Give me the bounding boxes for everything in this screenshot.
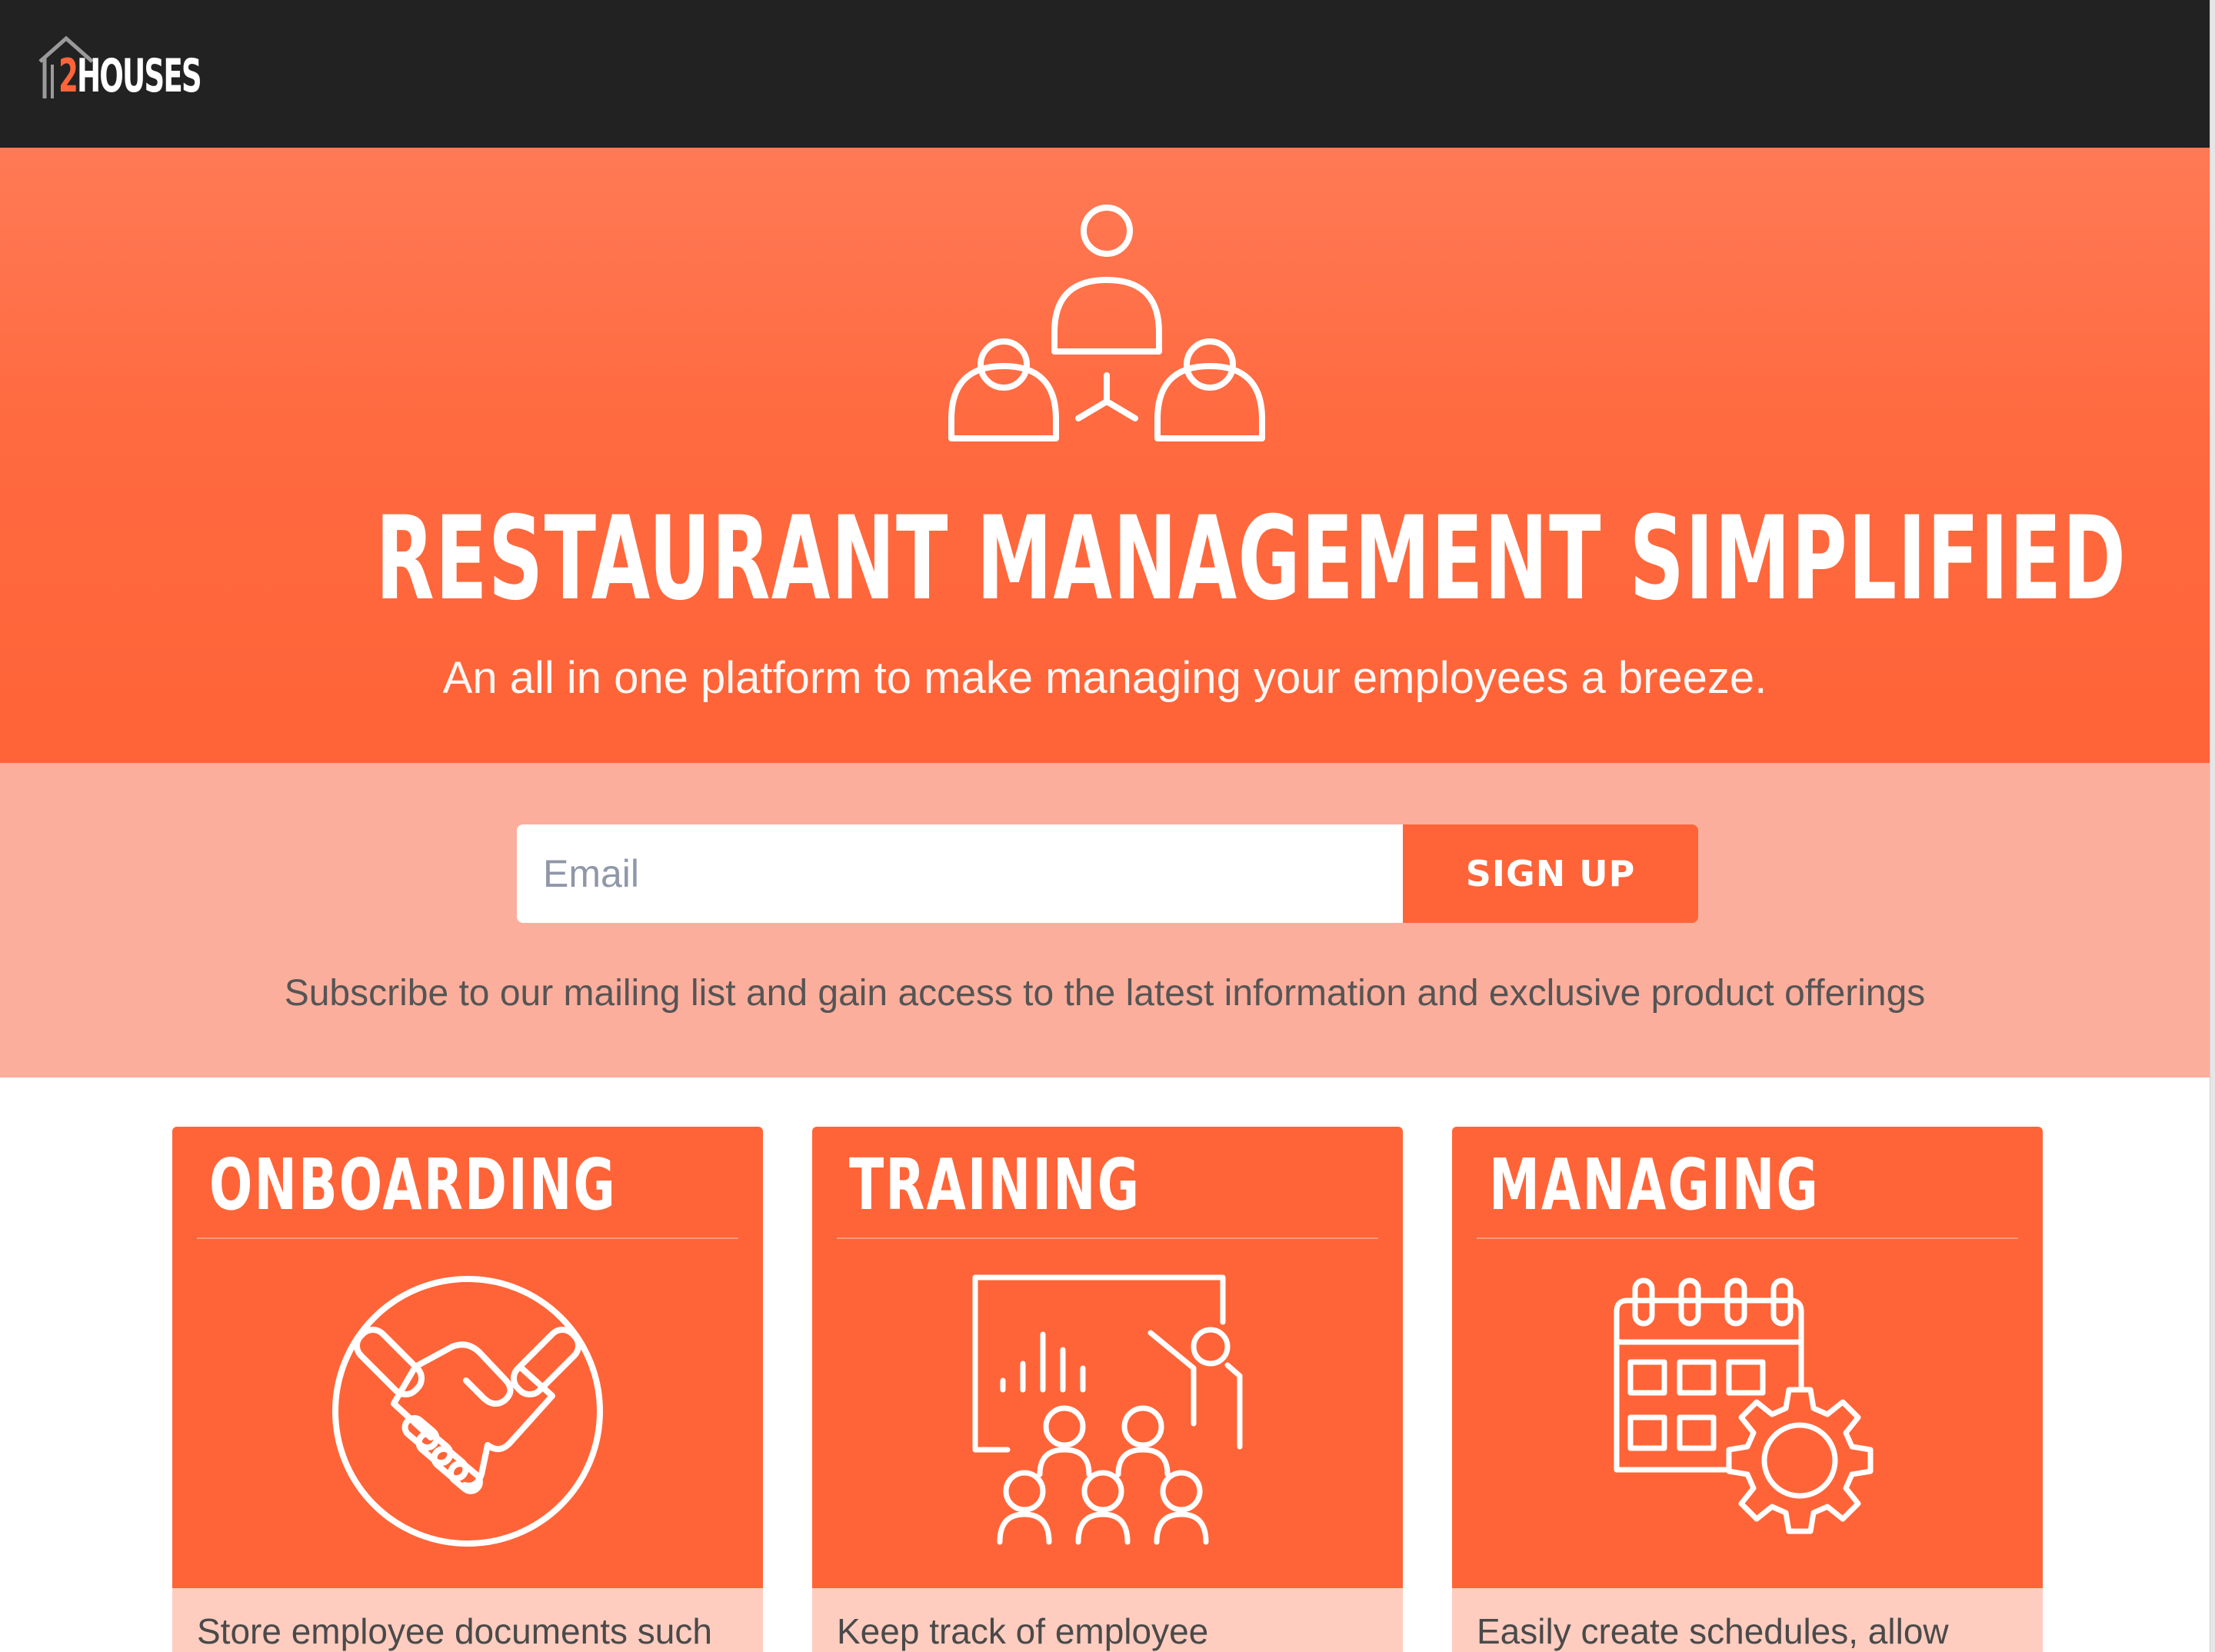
brand-logo[interactable]: 2HOUSES — [35, 34, 235, 103]
feature-card-onboarding[interactable]: ONBOARDING Store employee documents such — [172, 1127, 763, 1652]
hero-section: RESTAURANT MANAGEMENT SIMPLIFIED An all … — [0, 148, 2210, 763]
feature-title: TRAINING — [849, 1144, 1141, 1226]
signup-note: Subscribe to our mailing list and gain a… — [284, 973, 1926, 1014]
logo-two: 2 — [58, 49, 78, 103]
signup-section: SIGN UP Subscribe to our mailing list an… — [0, 763, 2210, 1077]
divider — [197, 1237, 738, 1239]
feature-card-managing[interactable]: MANAGING Easily create schedules, allow — [1452, 1127, 2043, 1652]
feature-description: Easily create schedules, allow — [1477, 1611, 1949, 1651]
sign-up-button[interactable]: SIGN UP — [1403, 824, 1698, 923]
divider — [837, 1237, 1378, 1239]
feature-body: Store employee documents such — [172, 1588, 763, 1652]
features-section: ONBOARDING Store employee documents such… — [0, 1077, 2210, 1652]
team-network-icon — [948, 205, 1265, 441]
feature-title: MANAGING — [1489, 1144, 1820, 1226]
feature-title: ONBOARDING — [209, 1144, 618, 1226]
presentation-icon — [972, 1274, 1243, 1545]
brand-wordmark: 2HOUSES — [58, 49, 202, 103]
navbar: 2HOUSES — [0, 0, 2215, 148]
handshake-icon — [332, 1276, 603, 1547]
feature-body: Keep track of employee — [812, 1588, 1403, 1652]
feature-description: Keep track of employee — [837, 1611, 1209, 1651]
logo-houses: HOUSES — [77, 49, 202, 103]
scrollbar[interactable] — [2210, 0, 2215, 1652]
email-input[interactable] — [517, 824, 1403, 923]
calendar-gear-icon — [1614, 1277, 1874, 1534]
feature-body: Easily create schedules, allow — [1452, 1588, 2043, 1652]
feature-card-training[interactable]: TRAINING Keep track of employee — [812, 1127, 1403, 1652]
hero-subtitle: An all in one platform to make managing … — [442, 653, 1767, 703]
feature-description: Store employee documents such — [197, 1611, 712, 1651]
hero-title: RESTAURANT MANAGEMENT SIMPLIFIED — [375, 492, 2127, 626]
divider — [1477, 1237, 2018, 1239]
